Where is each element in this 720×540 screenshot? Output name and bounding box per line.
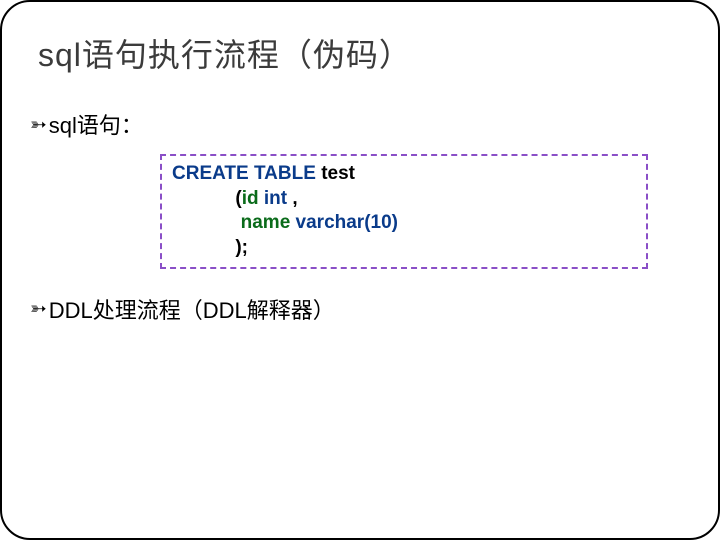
bullet-icon: ➳ — [30, 296, 47, 321]
bullet-item-sql: ➳ sql语句： — [30, 108, 688, 140]
bullet-text-ddl: DDL处理流程（DDL解释器） — [49, 293, 335, 325]
code-line-4: ); — [172, 236, 636, 261]
code-line-1: CREATE TABLE test — [172, 162, 636, 187]
bullet-item-ddl: ➳ DDL处理流程（DDL解释器） — [30, 293, 688, 325]
code-table-name: test — [321, 163, 355, 184]
code-keyword-create: CREATE TABLE — [172, 163, 321, 184]
slide-container: sql语句执行流程（伪码） ➳ sql语句： CREATE TABLE test… — [0, 0, 720, 540]
code-column-name: name — [241, 212, 291, 233]
bullet-text-sql: sql语句： — [49, 108, 143, 140]
slide-title: sql语句执行流程（伪码） — [38, 30, 688, 76]
code-box: CREATE TABLE test (id int , name varchar… — [160, 154, 648, 269]
code-column-id: id — [242, 188, 259, 209]
bullet-icon: ➳ — [30, 112, 47, 137]
code-line-3: name varchar(10) — [172, 211, 636, 236]
code-line-2: (id int , — [172, 187, 636, 212]
